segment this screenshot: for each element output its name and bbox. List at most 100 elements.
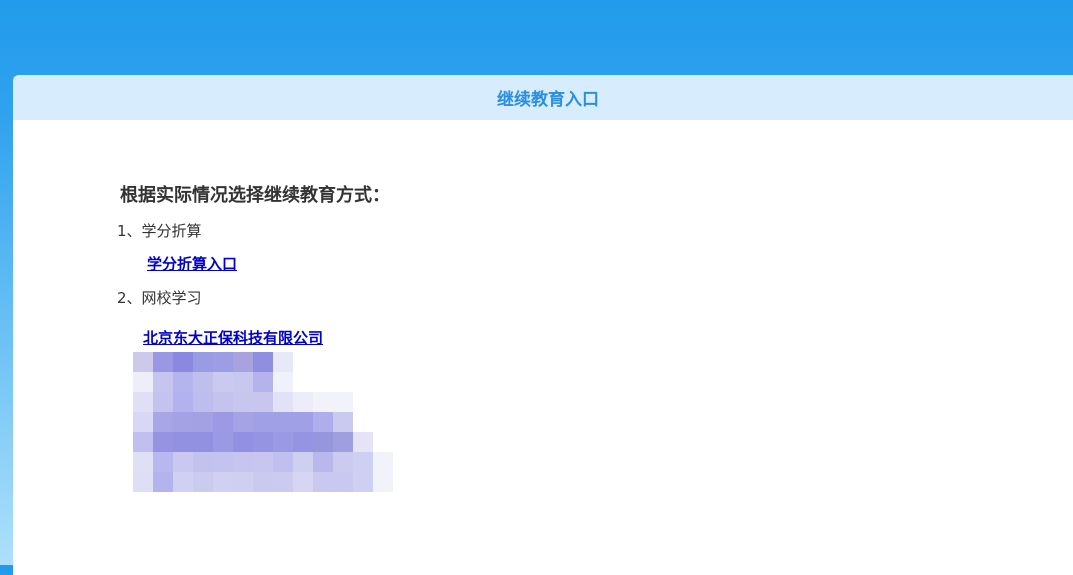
mosaic-cell xyxy=(333,412,353,432)
mosaic-cell xyxy=(333,452,353,472)
mosaic-cell xyxy=(153,432,173,452)
mosaic-cell xyxy=(273,372,293,392)
mosaic-cell xyxy=(273,392,293,412)
mosaic-cell xyxy=(193,352,213,372)
mosaic-cell xyxy=(253,352,273,372)
mosaic-cell xyxy=(373,372,393,392)
mosaic-cell xyxy=(293,432,313,452)
option-credit-conversion-label: 1、学分折算 xyxy=(117,222,202,240)
mosaic-cell xyxy=(213,472,233,492)
mosaic-cell xyxy=(353,372,373,392)
mosaic-cell xyxy=(253,432,273,452)
mosaic-cell xyxy=(133,392,153,412)
mosaic-cell xyxy=(193,412,213,432)
mosaic-cell xyxy=(293,412,313,432)
mosaic-cell xyxy=(253,372,273,392)
card-header: 继续教育入口 xyxy=(13,75,1073,120)
mosaic-cell xyxy=(153,472,173,492)
mosaic-cell xyxy=(373,432,393,452)
mosaic-cell xyxy=(153,452,173,472)
mosaic-cell xyxy=(233,412,253,432)
card-title: 继续教育入口 xyxy=(497,90,599,110)
mosaic-cell xyxy=(293,372,313,392)
mosaic-cell xyxy=(313,392,333,412)
credit-conversion-link[interactable]: 学分折算入口 xyxy=(147,253,237,274)
mosaic-cell xyxy=(333,352,353,372)
mosaic-cell xyxy=(313,412,333,432)
mosaic-cell xyxy=(173,472,193,492)
mosaic-cell xyxy=(133,352,153,372)
mosaic-cell xyxy=(153,352,173,372)
mosaic-cell xyxy=(373,472,393,492)
section-heading: 根据实际情况选择继续教育方式： xyxy=(120,185,390,206)
mosaic-cell xyxy=(153,392,173,412)
mosaic-cell xyxy=(253,412,273,432)
mosaic-cell xyxy=(313,432,333,452)
mosaic-cell xyxy=(273,352,293,372)
mosaic-cell xyxy=(293,472,313,492)
mosaic-cell xyxy=(173,352,193,372)
mosaic-cell xyxy=(133,372,153,392)
mosaic-cell xyxy=(353,352,373,372)
mosaic-cell xyxy=(153,412,173,432)
mosaic-cell xyxy=(333,472,353,492)
mosaic-cell xyxy=(173,452,193,472)
mosaic-cell xyxy=(213,352,233,372)
mosaic-cell xyxy=(293,352,313,372)
mosaic-cell xyxy=(173,372,193,392)
mosaic-cell xyxy=(313,352,333,372)
mosaic-cell xyxy=(173,432,193,452)
mosaic-cell xyxy=(373,412,393,432)
mosaic-cell xyxy=(253,452,273,472)
mosaic-cell xyxy=(253,472,273,492)
mosaic-cell xyxy=(253,392,273,412)
mosaic-cell xyxy=(273,412,293,432)
mosaic-cell xyxy=(313,452,333,472)
mosaic-cell xyxy=(273,432,293,452)
mosaic-cell xyxy=(353,452,373,472)
mosaic-cell xyxy=(153,372,173,392)
mosaic-cell xyxy=(373,452,393,472)
mosaic-cell xyxy=(133,472,153,492)
mosaic-cell xyxy=(193,432,213,452)
mosaic-cell xyxy=(173,392,193,412)
mosaic-cell xyxy=(333,372,353,392)
mosaic-cell xyxy=(133,452,153,472)
mosaic-cell xyxy=(313,372,333,392)
mosaic-cell xyxy=(133,432,153,452)
mosaic-cell xyxy=(213,412,233,432)
mosaic-cell xyxy=(213,372,233,392)
mosaic-cell xyxy=(173,412,193,432)
mosaic-cell xyxy=(273,472,293,492)
mosaic-cell xyxy=(233,392,253,412)
mosaic-cell xyxy=(293,392,313,412)
mosaic-cell xyxy=(213,392,233,412)
mosaic-cell xyxy=(333,392,353,412)
continuing-education-card: 继续教育入口 根据实际情况选择继续教育方式： 1、学分折算 学分折算入口 2、网… xyxy=(13,75,1073,575)
mosaic-cell xyxy=(373,392,393,412)
mosaic-cell xyxy=(373,352,393,372)
mosaic-cell xyxy=(233,372,253,392)
mosaic-cell xyxy=(193,452,213,472)
mosaic-cell xyxy=(213,452,233,472)
mosaic-cell xyxy=(273,452,293,472)
mosaic-cell xyxy=(193,392,213,412)
mosaic-cell xyxy=(353,432,373,452)
redacted-links-mosaic xyxy=(133,352,393,492)
mosaic-cell xyxy=(313,472,333,492)
mosaic-cell xyxy=(133,412,153,432)
mosaic-cell xyxy=(293,452,313,472)
mosaic-cell xyxy=(233,452,253,472)
mosaic-cell xyxy=(233,352,253,372)
online-school-provider-link[interactable]: 北京东大正保科技有限公司 xyxy=(143,327,323,348)
mosaic-cell xyxy=(233,472,253,492)
mosaic-cell xyxy=(213,432,233,452)
mosaic-cell xyxy=(193,372,213,392)
mosaic-cell xyxy=(193,472,213,492)
mosaic-cell xyxy=(353,472,373,492)
mosaic-cell xyxy=(233,432,253,452)
option-online-school-label: 2、网校学习 xyxy=(117,289,202,307)
mosaic-cell xyxy=(353,412,373,432)
mosaic-cell xyxy=(333,432,353,452)
mosaic-cell xyxy=(353,392,373,412)
